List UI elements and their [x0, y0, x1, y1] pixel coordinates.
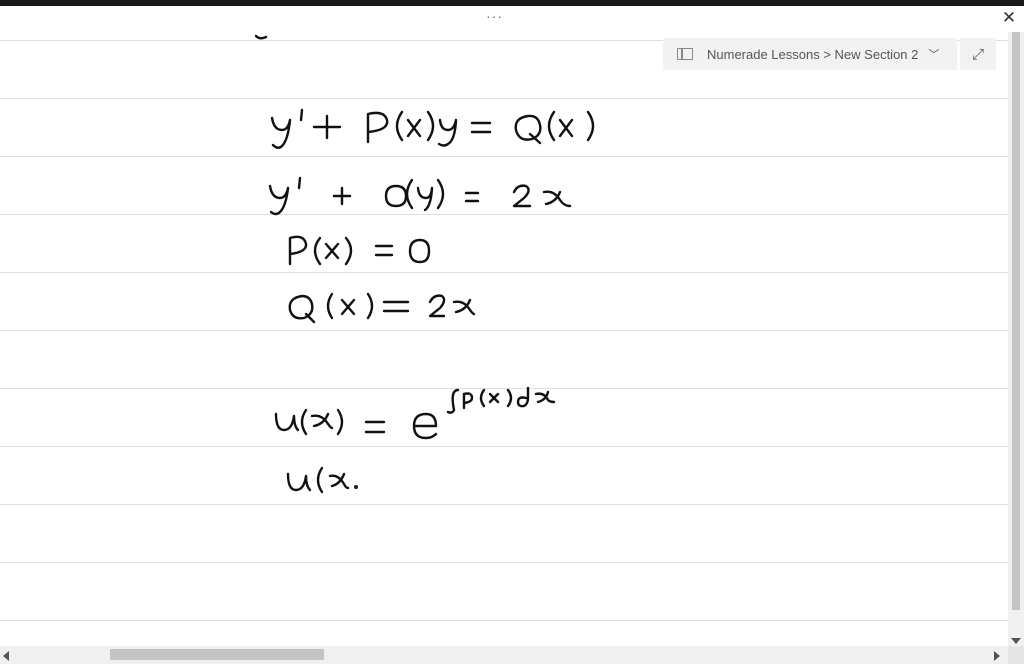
- ink-line-2: [268, 176, 572, 216]
- ink-line-1: [270, 108, 595, 149]
- vertical-scroll-thumb[interactable]: [1012, 32, 1020, 610]
- section-breadcrumb-button[interactable]: Numerade Lessons > New Section 2 ﹀: [663, 38, 957, 70]
- ink-line-6: [286, 466, 359, 494]
- notebook-icon: [677, 48, 693, 60]
- note-canvas[interactable]: Numerade Lessons > New Section 2 ﹀ ⤢: [0, 32, 1008, 646]
- vertical-scrollbar[interactable]: [1008, 32, 1024, 646]
- onenote-window: ··· ✕ Numerade Lessons > New Section 2 ﹀…: [0, 0, 1024, 664]
- title-bar: ··· ✕: [0, 6, 1024, 32]
- scroll-left-arrow-icon[interactable]: [3, 651, 9, 661]
- breadcrumb: Numerade Lessons > New Section 2: [707, 46, 919, 62]
- expand-icon[interactable]: ⤢: [960, 38, 996, 70]
- scroll-down-arrow-icon[interactable]: [1011, 638, 1021, 644]
- close-button[interactable]: ✕: [996, 6, 1022, 30]
- ink-line-3: [288, 235, 431, 266]
- horizontal-scrollbar[interactable]: [0, 646, 1008, 664]
- horizontal-scroll-thumb[interactable]: [110, 649, 324, 660]
- ink-line-5: [274, 386, 556, 440]
- scroll-right-arrow-icon[interactable]: [994, 651, 1000, 661]
- more-options-icon[interactable]: ···: [486, 8, 503, 24]
- scrollbar-corner: [1008, 646, 1024, 664]
- handwritten-ink: [254, 34, 595, 494]
- ink-line-4: [288, 292, 476, 324]
- chevron-down-icon: ﹀: [928, 49, 940, 61]
